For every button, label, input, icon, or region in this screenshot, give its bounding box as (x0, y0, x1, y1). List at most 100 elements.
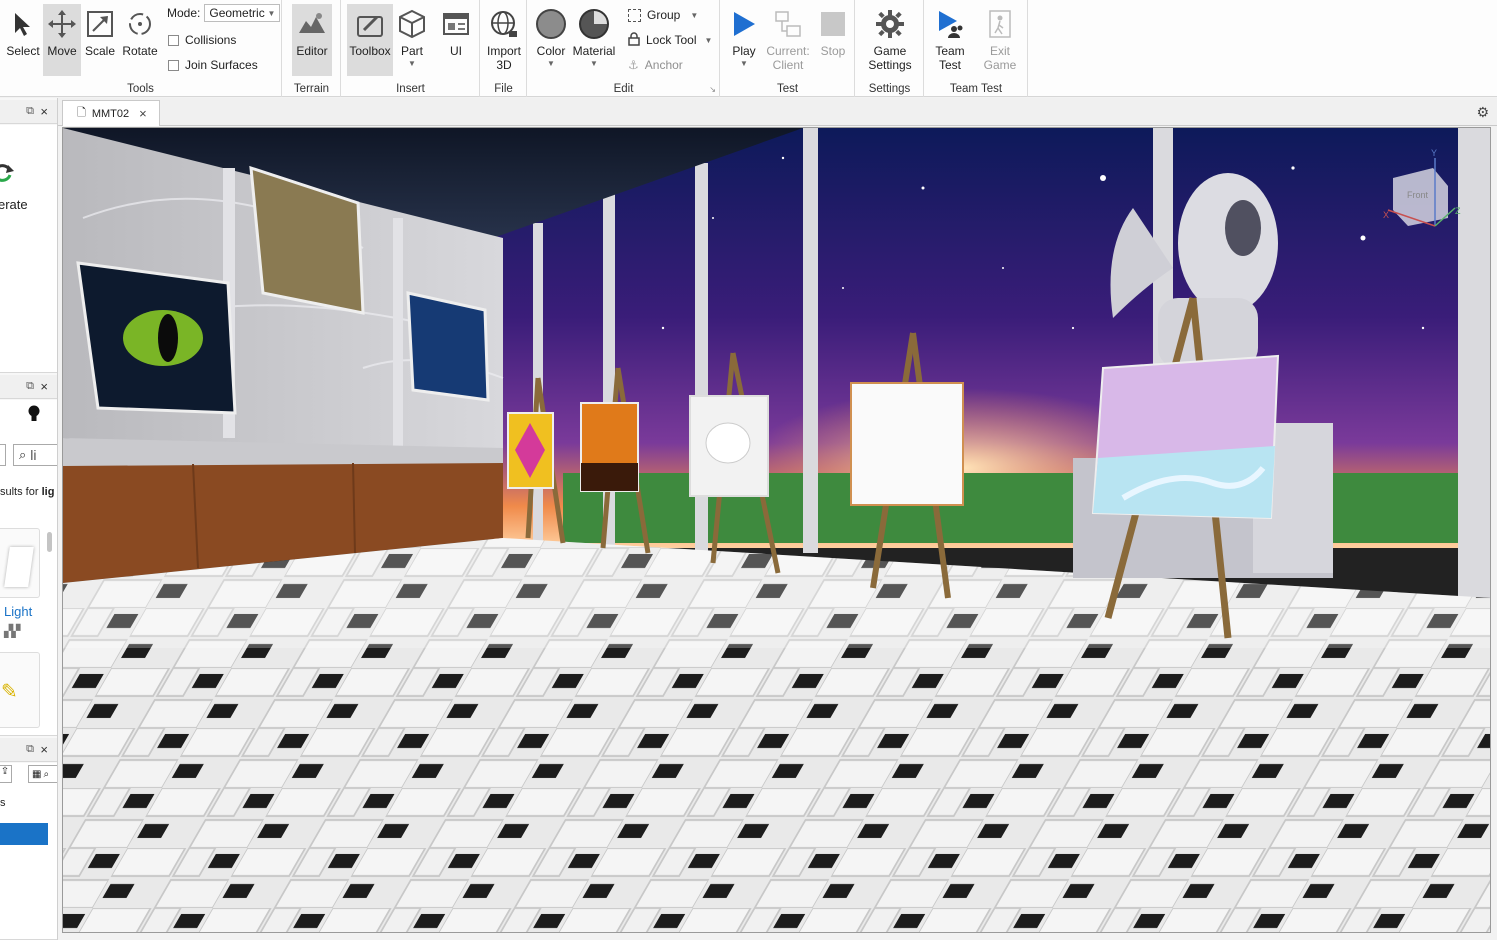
part-dropdown-icon[interactable]: ▼ (408, 60, 416, 68)
group-button[interactable]: Group ▼ (628, 6, 698, 24)
panel-2-titlebar: ⧉ × (0, 375, 57, 399)
current-client-button[interactable]: Current: Client (765, 4, 811, 76)
scroll-thumb[interactable] (47, 532, 52, 552)
team-test-icon (934, 8, 966, 40)
collisions-checkbox[interactable] (168, 34, 179, 46)
move-button[interactable]: Move (43, 4, 81, 76)
team-test-group-label: Team Test (949, 83, 1003, 95)
toolbox-icon (354, 8, 386, 40)
x-axis-label: X (1383, 210, 1389, 220)
terrain-editor-button[interactable]: Editor (292, 4, 332, 76)
team-test-label-2: Test (938, 58, 961, 72)
collisions-label: Collisions (185, 33, 237, 47)
rotate-icon (124, 8, 156, 40)
search-box[interactable]: ⌕ li (13, 444, 57, 466)
close-icon[interactable]: × (40, 379, 48, 394)
color-dropdown-icon[interactable]: ▼ (547, 60, 555, 68)
tab-mmt02[interactable]: 🗋 MMT02 × (62, 100, 160, 126)
insert-group: Toolbox Part ▼ UI Insert (342, 0, 480, 97)
panel-3-titlebar: ⧉ × (0, 738, 57, 762)
group-label: Group (647, 8, 681, 22)
close-tab-icon[interactable]: × (139, 106, 147, 121)
tab-label: MMT02 (91, 107, 130, 120)
results-prefix: sults for (0, 486, 42, 498)
material-label: Material (572, 44, 616, 58)
test-group-label: Test (776, 83, 799, 95)
generate-label[interactable]: erate (0, 197, 28, 212)
lightbulb-icon[interactable] (28, 405, 40, 428)
selected-item-bar[interactable] (0, 823, 48, 845)
gear-icon (874, 8, 906, 40)
tools-group: Select Move Scale Rotate Mode: Geometric (0, 0, 282, 97)
filter-box[interactable]: ▦ ⌕ (28, 765, 57, 783)
exit-game-button[interactable]: Exit Game (977, 4, 1023, 76)
view-cube-face-label: Front (1407, 190, 1429, 200)
generate-icon[interactable] (0, 161, 16, 192)
material-button[interactable]: Material ▼ (571, 4, 617, 76)
join-surfaces-toggle[interactable]: Join Surfaces (168, 56, 258, 74)
mode-value: Geometric (209, 6, 265, 20)
search-input[interactable]: li (30, 447, 36, 463)
collisions-toggle[interactable]: Collisions (168, 31, 236, 49)
lock-tool-button[interactable]: Lock Tool ▼ (628, 31, 712, 49)
import-3d-button[interactable]: Import 3D (483, 4, 525, 76)
scale-icon (84, 8, 116, 40)
asset-card-2[interactable]: ✎ (0, 652, 40, 728)
game-settings-label-1: Game (873, 44, 907, 58)
ribbon-toolbar: Select Move Scale Rotate Mode: Geometric (0, 0, 1497, 97)
join-surfaces-label: Join Surfaces (185, 58, 258, 72)
part-cube-icon (396, 8, 428, 40)
settings-group: Game Settings Settings (856, 0, 924, 97)
stop-icon (817, 8, 849, 40)
join-surfaces-checkbox[interactable] (168, 59, 179, 71)
ui-button[interactable]: UI (438, 4, 474, 76)
file-group: Import 3D File (481, 0, 527, 97)
part-button[interactable]: Part ▼ (395, 4, 429, 76)
game-settings-button[interactable]: Game Settings (866, 4, 914, 76)
mode-label: Mode: (167, 6, 201, 20)
float-panel-icon[interactable]: ⧉ (26, 743, 34, 756)
settings-group-label: Settings (868, 83, 911, 95)
3d-viewport[interactable]: Front Y X Z (62, 127, 1491, 933)
z-axis-label: Z (1455, 206, 1461, 216)
float-panel-icon[interactable]: ⧉ (26, 380, 34, 393)
group-dropdown-icon[interactable]: ▼ (690, 11, 698, 20)
material-dropdown-icon[interactable]: ▼ (590, 60, 598, 68)
color-swatch-icon (535, 8, 567, 40)
asset-label-light[interactable]: Light (4, 604, 32, 619)
light-thumbnail-icon (4, 547, 34, 587)
chevron-down-icon: ▼ (267, 8, 276, 18)
close-icon[interactable]: × (40, 104, 48, 119)
float-panel-icon[interactable]: ⧉ (26, 105, 34, 118)
wall-pillar (393, 218, 403, 448)
upload-icon[interactable]: ⇪ (0, 765, 12, 783)
results-term: lig (41, 486, 55, 498)
anchor-label: Anchor (644, 58, 683, 72)
lock-tool-dropdown-icon[interactable]: ▼ (704, 36, 712, 45)
close-icon[interactable]: × (40, 742, 48, 757)
asset-endorsed-icon: ▞▞ (4, 624, 21, 638)
file-group-label: File (494, 83, 513, 95)
painting-night-path[interactable] (406, 291, 490, 402)
scale-button[interactable]: Scale (81, 4, 119, 76)
play-dropdown-icon[interactable]: ▼ (740, 60, 748, 68)
terrain-group: Editor Terrain (283, 0, 341, 97)
rotate-button[interactable]: Rotate (120, 4, 160, 76)
select-button[interactable]: Select (4, 4, 42, 76)
category-dropdown[interactable] (0, 444, 6, 466)
left-dock: ⧉ × erate ⧉ × ⌕ li sults for lig Light ▞… (0, 98, 58, 940)
edit-expand-icon[interactable]: ↘ (709, 85, 716, 94)
asset-card-light[interactable] (0, 528, 40, 598)
lock-icon (628, 31, 640, 49)
color-button[interactable]: Color ▼ (531, 4, 571, 76)
import-3d-label-1: Import (486, 44, 521, 58)
toolbox-button[interactable]: Toolbox (347, 4, 393, 76)
anchor-button[interactable]: ⚓ Anchor (628, 56, 683, 74)
team-test-button[interactable]: Team Test (930, 4, 970, 76)
viewport-settings-icon[interactable]: ⚙ (1476, 104, 1489, 121)
mode-select[interactable]: Geometric ▼ (204, 4, 281, 22)
team-test-group: Team Test Exit Game Team Test (925, 0, 1028, 97)
stop-button[interactable]: Stop (815, 4, 851, 76)
terrain-group-label: Terrain (293, 83, 330, 95)
play-button[interactable]: Play ▼ (727, 4, 761, 76)
